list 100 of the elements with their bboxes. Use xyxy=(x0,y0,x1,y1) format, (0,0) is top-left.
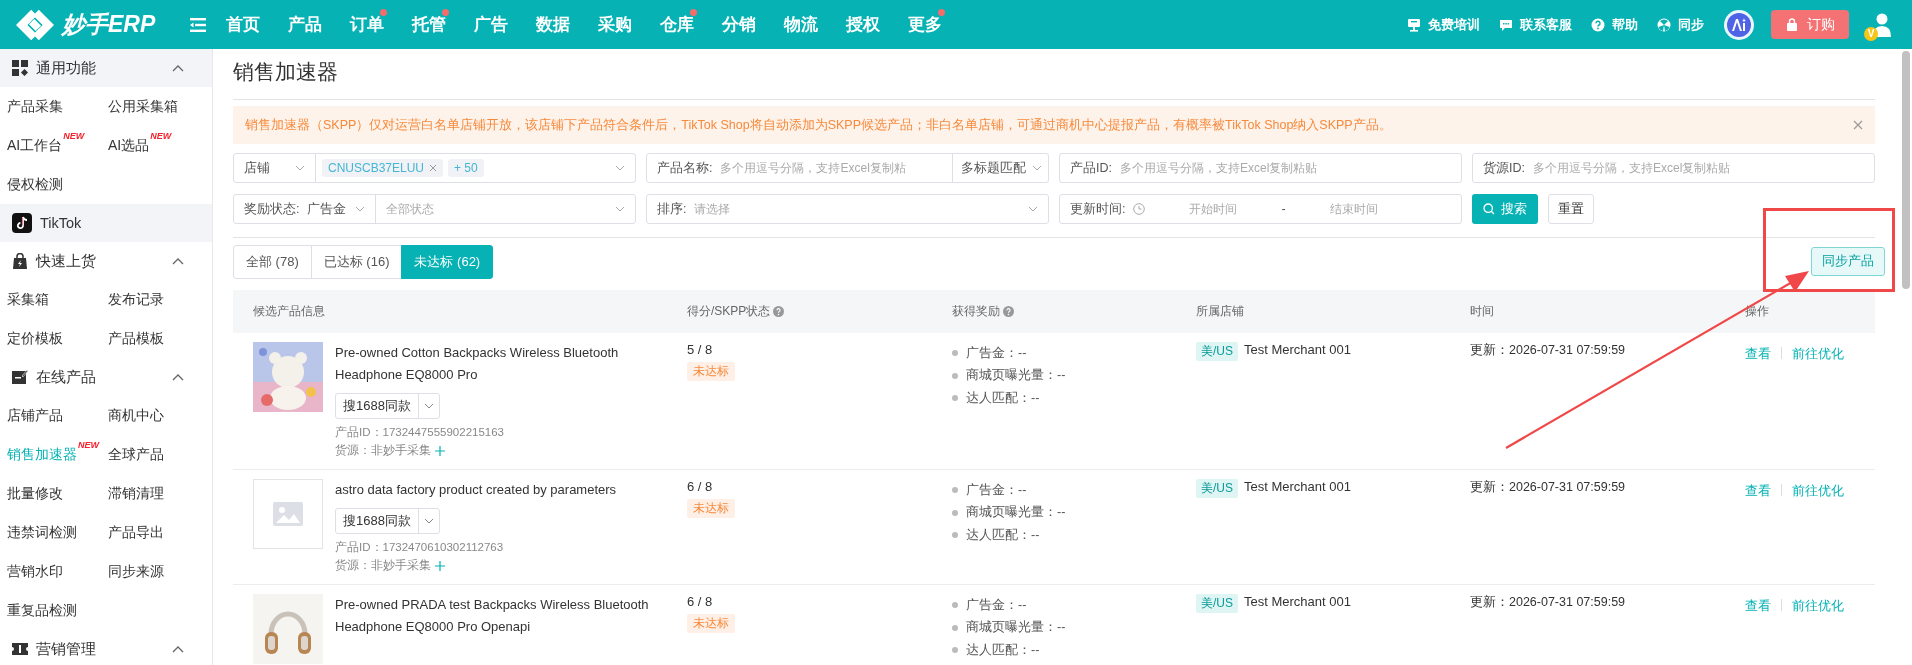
sidebar-section-header[interactable]: 营销管理 xyxy=(0,630,212,665)
bullet-dot xyxy=(952,647,958,654)
sidebar-item[interactable]: 滞销清理 xyxy=(108,474,212,513)
bullet-dot xyxy=(952,395,958,402)
source-text: 货源：非妙手采集 xyxy=(335,558,431,573)
new-label: NEW xyxy=(63,130,85,143)
region-tag: 美/US xyxy=(1196,342,1238,361)
new-label: NEW xyxy=(78,439,99,452)
bullet-dot xyxy=(952,624,958,631)
sidebar-section-header[interactable]: 在线产品 xyxy=(0,358,212,396)
sidebar-item[interactable]: 产品采集 xyxy=(7,87,108,126)
sidebar-item[interactable]: 产品模板 xyxy=(108,319,212,358)
reward-status-filter[interactable]: 奖励状态: 广告金 全部状态 xyxy=(233,194,636,224)
tag-close-icon[interactable] xyxy=(429,164,438,172)
status-tag: 未达标 xyxy=(687,362,735,381)
sort-select[interactable]: 排序: 请选择 xyxy=(646,194,1049,224)
sidebar-item[interactable]: 违禁词检测 xyxy=(7,513,108,552)
product-name-field[interactable]: 产品名称: 多个用逗号分隔，支持Excel复制粘 多标题匹配 xyxy=(646,153,1049,183)
product-id: 产品ID：1732470610302112763 xyxy=(335,540,505,555)
product-title: astro data factory product created by parameters xyxy=(335,481,618,499)
source-id-field[interactable]: 货源ID: 多个用逗号分隔，支持Excel复制粘贴 xyxy=(1472,153,1875,183)
search-1688-dropdown[interactable]: 搜1688同款 xyxy=(335,508,440,534)
region-tag: 美/US xyxy=(1196,479,1238,498)
sidebar-section-header[interactable]: 通用功能 xyxy=(0,49,212,87)
score-text: 5 / 8 xyxy=(687,342,714,357)
sidebar-section-header[interactable]: 快速上货 xyxy=(0,242,212,280)
chevron-icon[interactable] xyxy=(172,64,184,72)
sidebar-item[interactable]: 营销水印 xyxy=(7,552,108,591)
bullet-dot xyxy=(952,487,958,494)
image-placeholder-icon xyxy=(253,479,323,549)
product-id: 产品ID：1732447555902215163 xyxy=(335,425,506,440)
date-range-field[interactable]: 更新时间: 开始时间 - 结束时间 xyxy=(1059,194,1462,224)
reward-text: 商城页曝光量：-- xyxy=(966,619,1066,637)
sidebar-item[interactable]: 发布记录 xyxy=(108,280,212,319)
plus-icon[interactable] xyxy=(435,560,445,571)
edit-icon xyxy=(12,369,28,385)
help-icon[interactable] xyxy=(773,306,785,317)
plus-icon[interactable] xyxy=(435,445,445,456)
sidebar-item[interactable]: 采集箱 xyxy=(7,280,108,319)
filter-tab[interactable]: 全部 (78) xyxy=(233,245,312,279)
reward-text: 达人匹配：-- xyxy=(966,641,1040,659)
reward-text: 商城页曝光量：-- xyxy=(966,504,1066,522)
help-icon[interactable] xyxy=(1003,306,1014,317)
caret-icon xyxy=(1028,206,1038,212)
caret-icon xyxy=(355,206,365,212)
column-header: 得分/SKPP状态 xyxy=(687,303,771,320)
menu-icon[interactable] xyxy=(190,17,206,32)
score-text: 6 / 8 xyxy=(687,479,714,494)
sync-icon xyxy=(1657,17,1671,32)
update-time: 更新：2026-07-31 07:59:59 xyxy=(1470,343,1626,357)
alert-text: 销售加速器（SKPP）仅对运营白名单店铺开放，该店铺下产品符合条件后，TikTok Shop将自动添加为SKPP候选产品；非白名单店铺，可通过商机中心提报产品，有概率被TikTok Shop纳入SKPP产品。 xyxy=(245,116,1393,134)
sidebar-item[interactable]: 批量修改 xyxy=(7,474,108,513)
bullet-dot xyxy=(952,372,958,379)
sidebar-item[interactable]: 产品导出 xyxy=(108,513,212,552)
chat-icon xyxy=(1499,17,1513,32)
bag-icon xyxy=(12,253,28,269)
product-id-field[interactable]: 产品ID: 多个用逗号分隔，支持Excel复制粘贴 xyxy=(1059,153,1462,183)
vip-badge: V xyxy=(1864,26,1878,41)
column-header: 获得奖励 xyxy=(952,303,1000,320)
reward-text: 达人匹配：-- xyxy=(966,526,1040,544)
sidebar-item[interactable]: 全球产品 xyxy=(108,435,212,474)
caret-icon xyxy=(295,165,305,171)
sidebar-item[interactable]: 侵权检测 xyxy=(7,165,108,204)
store-name: Test Merchant 001 xyxy=(1244,342,1351,357)
clock-icon xyxy=(1133,203,1146,215)
column-header: 所属店铺 xyxy=(1196,303,1244,320)
reset-button[interactable]: 重置 xyxy=(1548,194,1594,224)
sidebar-item[interactable]: 公用采集箱 xyxy=(108,87,212,126)
sidebar-item[interactable]: 商机中心 xyxy=(108,396,212,435)
caret-icon xyxy=(1032,165,1042,171)
store-name: Test Merchant 001 xyxy=(1244,479,1351,494)
store-name: Test Merchant 001 xyxy=(1244,594,1351,609)
filter-tab[interactable]: 已达标 (16) xyxy=(310,245,403,279)
chevron-icon[interactable] xyxy=(172,257,184,265)
reward-text: 达人匹配：-- xyxy=(966,389,1040,407)
sidebar-item[interactable]: 店铺产品 xyxy=(7,396,108,435)
ai-assistant-icon[interactable] xyxy=(1723,8,1755,41)
ticket-icon xyxy=(12,641,28,657)
score-text: 6 / 8 xyxy=(687,594,714,609)
product-title: Pre-owned Cotton Backpacks Wireless Bluetooth Headphone EQ8000 Pro xyxy=(335,344,620,384)
chevron-icon[interactable] xyxy=(172,373,184,381)
region-tag: 美/US xyxy=(1196,594,1238,613)
sidebar-item[interactable]: 同步来源 xyxy=(108,552,212,591)
chevron-icon[interactable] xyxy=(172,645,184,653)
sidebar-item[interactable]: 定价模板 xyxy=(7,319,108,358)
monitor-icon xyxy=(1407,17,1421,32)
sidebar-item[interactable]: 重复品检测 xyxy=(7,591,108,630)
status-tag: 未达标 xyxy=(687,614,735,633)
page-title: 销售加速器 xyxy=(233,49,1875,100)
sidebar-section-header[interactable]: TikTok xyxy=(0,204,212,242)
shop-filter[interactable]: 店铺 CNUSCB37ELUU + 50 xyxy=(233,153,636,183)
column-header: 时间 xyxy=(1470,303,1494,320)
search-1688-dropdown[interactable]: 搜1688同款 xyxy=(335,393,440,419)
close-icon[interactable] xyxy=(1853,120,1863,130)
search-icon xyxy=(1483,203,1495,215)
bullet-dot xyxy=(952,350,958,357)
bag-icon xyxy=(1785,17,1799,32)
reward-text: 商城页曝光量：-- xyxy=(966,367,1066,385)
update-time: 更新：2026-07-31 07:59:59 xyxy=(1470,595,1626,609)
grid-icon xyxy=(12,60,28,76)
